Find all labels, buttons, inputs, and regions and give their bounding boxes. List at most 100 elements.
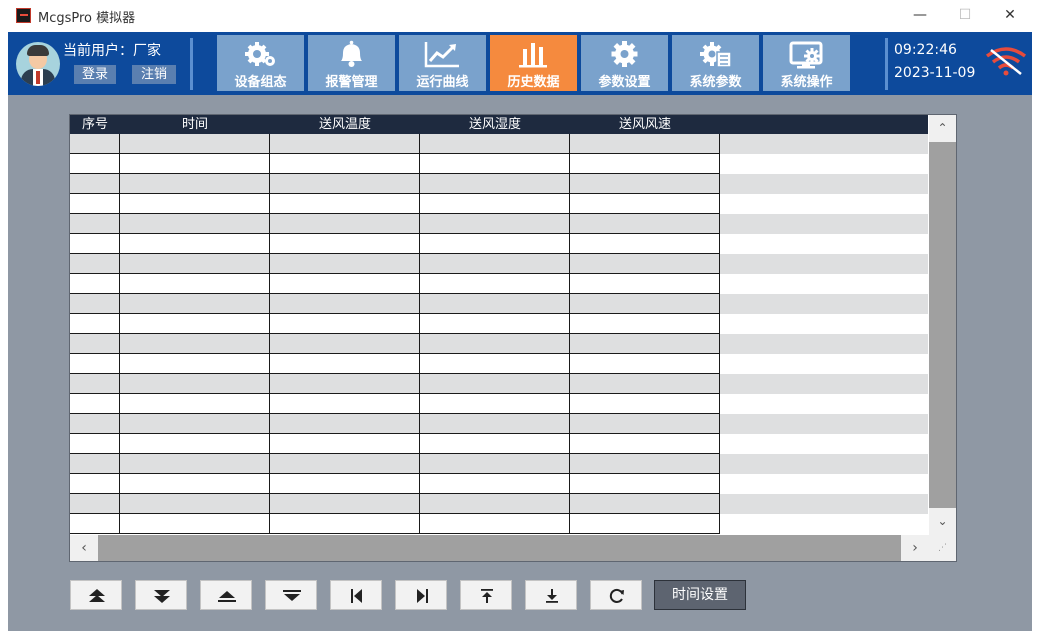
table-cell — [570, 174, 720, 194]
table-row[interactable] — [70, 134, 928, 154]
table-cell — [120, 474, 270, 494]
nav-system-parameters-button[interactable]: 系统参数 — [672, 35, 759, 91]
table-row[interactable] — [70, 434, 928, 454]
table-cell — [420, 514, 570, 534]
scroll-right-arrow-icon[interactable]: › — [901, 535, 929, 561]
table-cell — [270, 154, 420, 174]
table-row[interactable] — [70, 154, 928, 174]
move-to-top-button[interactable] — [460, 580, 512, 610]
bell-icon — [341, 40, 362, 67]
table-row[interactable] — [70, 394, 928, 414]
last-record-button[interactable] — [395, 580, 447, 610]
bar-chart-icon — [519, 43, 547, 68]
nav-label: 运行曲线 — [416, 75, 469, 90]
nav-run-curve-button[interactable]: 运行曲线 — [399, 35, 486, 91]
table-cell — [570, 354, 720, 374]
table-cell — [420, 374, 570, 394]
title-bar: McgsPro 模拟器 — ☐ ✕ — [0, 0, 1040, 32]
table-cell — [70, 514, 120, 534]
nav-device-config-button[interactable]: 设备组态 — [217, 35, 304, 91]
header-separator — [190, 38, 193, 90]
table-row[interactable] — [70, 474, 928, 494]
table-cell — [120, 134, 270, 154]
table-row[interactable] — [70, 514, 928, 534]
table-cell — [70, 494, 120, 514]
table-row[interactable] — [70, 214, 928, 234]
logout-button[interactable]: 注销 — [132, 65, 176, 84]
table-cell — [420, 334, 570, 354]
table-row[interactable] — [70, 494, 928, 514]
table-cell — [270, 394, 420, 414]
column-header-supply-air-humidity[interactable]: 送风湿度 — [420, 115, 570, 134]
table-row[interactable] — [70, 334, 928, 354]
resize-grip-icon[interactable]: ⋰ — [929, 535, 956, 561]
scroll-to-bottom-button[interactable] — [265, 580, 317, 610]
table-row[interactable] — [70, 454, 928, 474]
table-cell — [70, 334, 120, 354]
table-row[interactable] — [70, 234, 928, 254]
table-cell — [120, 414, 270, 434]
table-cell — [120, 374, 270, 394]
table-cell — [570, 414, 720, 434]
mcgs-simulator-window: McgsPro 模拟器 — ☐ ✕ 当前用户：厂家 登录 注销 设备组态 报警管… — [0, 0, 1040, 639]
table-row[interactable] — [70, 374, 928, 394]
page-down-button[interactable] — [135, 580, 187, 610]
nav-parameter-settings-button[interactable]: 参数设置 — [581, 35, 668, 91]
minimize-button[interactable]: — — [900, 4, 940, 26]
table-row[interactable] — [70, 314, 928, 334]
table-row[interactable] — [70, 294, 928, 314]
column-header-index[interactable]: 序号 — [70, 115, 120, 134]
nav-alarm-management-button[interactable]: 报警管理 — [308, 35, 395, 91]
up-arrow-bar-icon — [218, 591, 236, 602]
table-row[interactable] — [70, 274, 928, 294]
column-header-time[interactable]: 时间 — [120, 115, 270, 134]
table-cell — [70, 174, 120, 194]
move-to-bottom-button[interactable] — [525, 580, 577, 610]
table-row[interactable] — [70, 354, 928, 374]
nav-history-data-button[interactable]: 历史数据 — [490, 35, 577, 91]
table-cell — [420, 454, 570, 474]
column-header-supply-air-speed[interactable]: 送风风速 — [570, 115, 720, 134]
nav-label: 系统参数 — [689, 75, 742, 90]
horizontal-scrollbar[interactable]: ‹ › — [70, 535, 929, 561]
current-user-prefix: 当前用户： — [63, 43, 133, 59]
table-cell — [570, 194, 720, 214]
table-row[interactable] — [70, 414, 928, 434]
time-setting-button[interactable]: 时间设置 — [654, 580, 746, 610]
scroll-down-arrow-icon[interactable]: ⌄ — [929, 508, 956, 535]
table-row[interactable] — [70, 194, 928, 214]
table-cell — [420, 414, 570, 434]
refresh-button[interactable] — [590, 580, 642, 610]
table-cell — [420, 294, 570, 314]
table-cell — [70, 414, 120, 434]
table-cell — [70, 134, 120, 154]
scroll-left-arrow-icon[interactable]: ‹ — [70, 535, 98, 561]
table-cell — [270, 474, 420, 494]
table-cell — [420, 474, 570, 494]
scroll-up-arrow-icon[interactable]: ⌃ — [929, 115, 956, 142]
table-cell — [270, 314, 420, 334]
table-cell — [70, 434, 120, 454]
table-cell — [570, 514, 720, 534]
vertical-scrollbar[interactable]: ⌃ ⌄ — [929, 115, 956, 535]
table-cell — [120, 494, 270, 514]
table-cell — [570, 214, 720, 234]
scroll-to-top-button[interactable] — [200, 580, 252, 610]
table-row[interactable] — [70, 174, 928, 194]
table-cell — [70, 394, 120, 414]
table-cell — [120, 294, 270, 314]
login-button[interactable]: 登录 — [74, 65, 116, 84]
table-cell — [120, 174, 270, 194]
page-up-button[interactable] — [70, 580, 122, 610]
nav-system-operation-button[interactable]: 系统操作 — [763, 35, 850, 91]
nav-label: 参数设置 — [598, 75, 651, 90]
table-row[interactable] — [70, 254, 928, 274]
table-header: 序号 时间 送风温度 送风湿度 送风风速 — [70, 115, 928, 134]
first-record-button[interactable] — [330, 580, 382, 610]
column-header-supply-air-temperature[interactable]: 送风温度 — [270, 115, 420, 134]
table-cell — [570, 494, 720, 514]
maximize-button[interactable]: ☐ — [945, 4, 985, 26]
close-button[interactable]: ✕ — [990, 4, 1030, 26]
gears-icon — [245, 42, 275, 66]
app-header: 当前用户：厂家 登录 注销 设备组态 报警管理 运行曲线 历史数据 参数设置 系… — [8, 32, 1032, 95]
